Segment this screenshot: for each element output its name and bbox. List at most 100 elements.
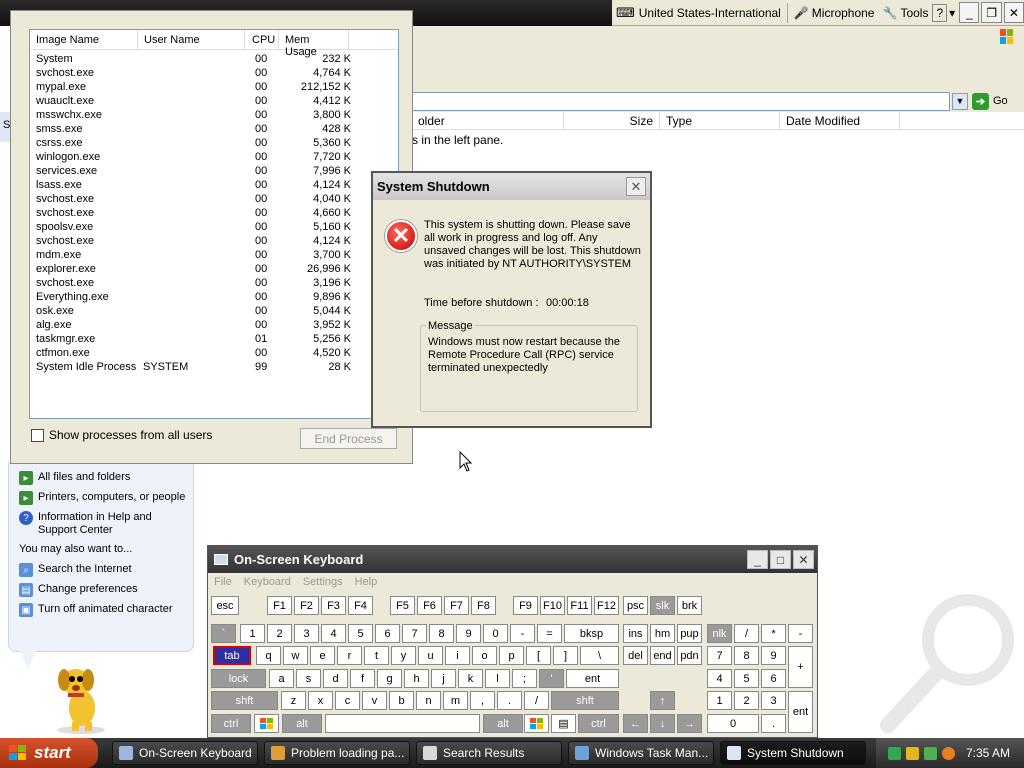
address-input[interactable] [412,91,950,111]
osk-key-numpad-plus[interactable]: + [788,646,813,688]
osk-menu-file[interactable]: File [214,576,232,588]
osk-key[interactable]: ; [512,669,537,688]
tray-search-icon[interactable] [942,746,955,760]
osk-key[interactable]: F6 [417,596,442,615]
osk-close-button[interactable]: ✕ [793,550,814,569]
osk-key[interactable]: alt [483,714,523,733]
osk-key[interactable]: - [788,624,813,643]
taskbar-task[interactable]: System Shutdown [720,741,866,765]
osk-key[interactable]: z [281,691,306,710]
osk-key[interactable]: ` [211,624,236,643]
taskbar-task[interactable]: On-Screen Keyboard [112,741,258,765]
process-row[interactable]: lsass.exe 00 4,124 K [30,178,398,192]
osk-key[interactable]: * [761,624,786,643]
tools-item[interactable]: 🔧 Tools [878,2,932,24]
osk-key[interactable]: 0 [707,714,759,733]
osk-key[interactable]: . [761,714,786,733]
osk-key[interactable]: 3 [294,624,319,643]
osk-key[interactable]: ctrl [578,714,619,733]
process-row[interactable]: wuauclt.exe 00 4,412 K [30,94,398,108]
osk-key[interactable]: F4 [348,596,373,615]
osk-key[interactable]: = [537,624,562,643]
process-row[interactable]: svchost.exe 00 4,124 K [30,234,398,248]
osk-key[interactable]: ▤ [551,714,576,733]
langbar-help-button[interactable]: ? [932,3,948,22]
osk-key[interactable]: [ [526,646,551,665]
search-dog-character[interactable] [48,660,114,736]
process-row[interactable]: ctfmon.exe 00 4,520 K [30,346,398,360]
osk-key[interactable]: ] [553,646,578,665]
osk-key[interactable]: psc [623,596,648,615]
osk-key[interactable]: 3 [761,691,786,710]
osk-key[interactable]: 6 [761,669,786,688]
osk-key[interactable]: slk [650,596,675,615]
osk-key[interactable]: → [677,714,702,733]
osk-key[interactable]: shft [211,691,278,710]
osk-key[interactable]: q [256,646,281,665]
col-folder[interactable]: older [412,112,564,130]
tray-update-icon[interactable] [924,746,937,760]
process-row[interactable]: alg.exe 00 3,952 K [30,318,398,332]
assistant-item-preferences[interactable]: ▤ Change preferences [9,583,193,597]
osk-key[interactable]: 2 [267,624,292,643]
osk-key[interactable]: F9 [513,596,538,615]
osk-key[interactable]: . [497,691,522,710]
osk-key[interactable]: t [364,646,389,665]
osk-key[interactable]: F8 [471,596,496,615]
process-row[interactable]: explorer.exe 00 26,996 K [30,262,398,276]
osk-key[interactable]: r [337,646,362,665]
osk-key[interactable]: / [524,691,549,710]
osk-key[interactable]: , [470,691,495,710]
osk-key[interactable]: 8 [734,646,759,665]
osk-key[interactable]: ← [623,714,648,733]
address-dropdown-icon[interactable]: ▼ [952,92,968,110]
osk-key[interactable]: \ [580,646,619,665]
osk-key[interactable]: 4 [707,669,732,688]
restore-button[interactable]: ❐ [981,2,1002,23]
taskbar-task[interactable]: Windows Task Man... [568,741,714,765]
osk-key[interactable]: F11 [567,596,592,615]
osk-key[interactable]: p [499,646,524,665]
language-item[interactable]: ⌨ United States-International [612,2,785,24]
assistant-item-printers[interactable]: ▸ Printers, computers, or people [9,491,193,505]
osk-key[interactable]: 7 [402,624,427,643]
osk-key[interactable]: 9 [456,624,481,643]
osk-key[interactable]: F5 [390,596,415,615]
osk-key[interactable]: 4 [321,624,346,643]
osk-key[interactable]: - [510,624,535,643]
process-row[interactable]: smss.exe 00 428 K [30,122,398,136]
go-button[interactable]: ➔ Go [972,92,1008,110]
osk-key[interactable]: g [377,669,402,688]
osk-key[interactable]: / [734,624,759,643]
show-all-users-checkbox[interactable]: Show processes from all users [31,428,212,442]
osk-key[interactable]: nlk [707,624,732,643]
osk-key[interactable]: w [283,646,308,665]
osk-menu-keyboard[interactable]: Keyboard [244,576,291,588]
col-type[interactable]: Type [660,112,780,130]
osk-key[interactable]: 6 [375,624,400,643]
osk-key[interactable]: h [404,669,429,688]
osk-key[interactable]: ↑ [650,691,675,710]
osk-key[interactable]: shft [551,691,619,710]
process-row[interactable]: taskmgr.exe 01 5,256 K [30,332,398,346]
osk-key-numpad-enter[interactable]: ent [788,691,813,733]
osk-key[interactable]: k [458,669,483,688]
osk-key[interactable]: i [445,646,470,665]
osk-key[interactable]: f [350,669,375,688]
process-row[interactable]: osk.exe 00 5,044 K [30,304,398,318]
osk-key[interactable]: d [323,669,348,688]
langbar-options-icon[interactable]: ▾ [947,2,957,24]
osk-key[interactable]: brk [677,596,702,615]
osk-key[interactable]: F1 [267,596,292,615]
osk-key[interactable]: F7 [444,596,469,615]
start-button[interactable]: start [0,738,98,768]
osk-menu-settings[interactable]: Settings [303,576,343,588]
osk-key[interactable]: l [485,669,510,688]
process-list[interactable]: Image Name User Name CPU Mem Usage Syste… [29,29,399,419]
osk-key[interactable]: 2 [734,691,759,710]
taskbar-task[interactable]: Problem loading pa... [264,741,410,765]
osk-key[interactable]: 5 [734,669,759,688]
checkbox-box[interactable] [31,428,44,442]
close-icon[interactable]: ✕ [626,177,646,196]
process-row[interactable]: mypal.exe 00 212,152 K [30,80,398,94]
